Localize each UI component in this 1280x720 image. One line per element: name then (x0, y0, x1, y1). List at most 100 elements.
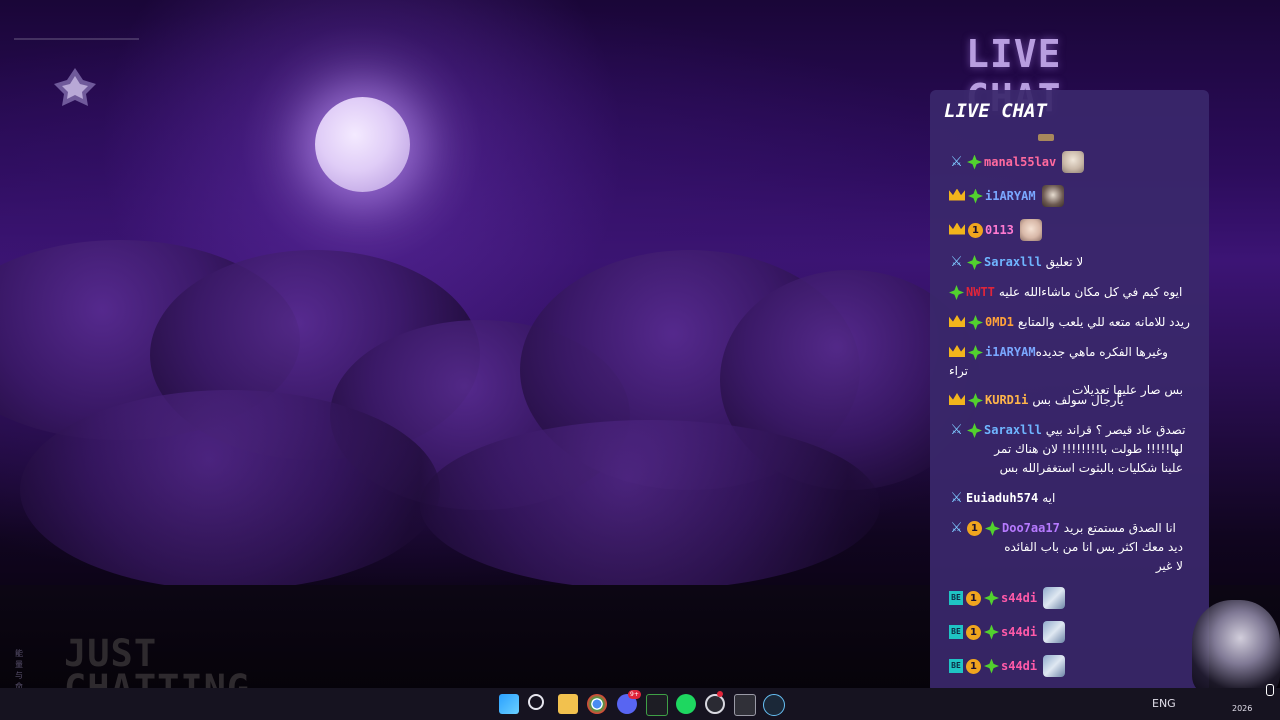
search-icon[interactable] (528, 694, 544, 710)
recording-indicator-icon (717, 691, 723, 697)
diamond-icon (968, 315, 983, 330)
user-badges: ⚔ 1 (949, 521, 1000, 536)
windows-start-icon[interactable] (499, 694, 519, 714)
obs-icon[interactable] (705, 691, 725, 714)
user-badges: ⚔ (949, 491, 964, 506)
chat-username[interactable]: NWTT (966, 285, 995, 299)
chat-message-line: i1ARYAMوغيرها الفكره ماهي جديده تراء (945, 343, 1190, 381)
mic-icon (1266, 684, 1274, 696)
chat-username[interactable]: s44di (1001, 625, 1037, 639)
chat-message-text: ديد معك اكثر بس انا من باب الفائده (1004, 540, 1183, 554)
cloud (20, 390, 440, 590)
anime-avatar-3 (1019, 219, 1042, 241)
user-badges (949, 393, 983, 408)
chat-message-line: ⚔ Saraxlll تصدق عاد قيصر ؟ قراند بيي (945, 421, 1190, 440)
chat-username[interactable]: s44di (1001, 659, 1037, 673)
user-badges: ⚔ (949, 154, 982, 170)
tray-year: 2026 (1232, 704, 1253, 713)
sword-icon: ⚔ (950, 490, 963, 506)
chat-message-text: يارجال سولف بس (1032, 393, 1124, 407)
chat-message-line: BE 1 s44di (945, 587, 1190, 609)
diamond-icon (967, 154, 982, 170)
chat-decoration-icon (1038, 134, 1054, 141)
chat-username[interactable]: i1ARYAM (985, 189, 1036, 203)
user-badges: ⚔ (949, 423, 982, 438)
crown-icon (949, 188, 965, 201)
language-indicator[interactable]: ENG (1152, 697, 1176, 710)
chat-username[interactable]: manal55lav (984, 155, 1056, 169)
chat-message-line: KURD1i يارجال سولف بس (945, 391, 1190, 410)
anime-avatar-2 (1041, 185, 1064, 207)
diamond-icon (968, 188, 983, 204)
chat-message-text: ايه (1042, 491, 1056, 505)
diamond-icon (967, 255, 982, 270)
chat-message-text: علينا شكليات بالبثوت استغفرالله بس (999, 461, 1183, 475)
moon (315, 97, 410, 192)
user-badges (949, 285, 964, 300)
user-badges: BE 1 (949, 624, 999, 640)
chat-message: NWTT ايوه كيم في كل مكان ماشاءالله عليه (945, 283, 1190, 302)
chat-message-line: NWTT ايوه كيم في كل مكان ماشاءالله عليه (945, 283, 1190, 302)
chat-username[interactable]: Euiaduh574 (966, 491, 1038, 505)
chat-message: BE 1 s44di (945, 587, 1190, 609)
sword-icon: ⚔ (950, 520, 963, 536)
spotify-icon[interactable] (676, 694, 696, 714)
diamond-icon (949, 285, 964, 300)
chat-message-line: BE 1 s44di (945, 655, 1190, 677)
diamond-icon (968, 393, 983, 408)
chat-message-text: لها!!!!! طولت با!!!!!!!! لان هناك تمر (994, 442, 1183, 456)
one-icon: 1 (968, 222, 983, 238)
crown-icon (949, 393, 965, 405)
anime-avatar-4 (1043, 655, 1066, 677)
chat-username[interactable]: Saraxlll (984, 255, 1042, 269)
chat-username[interactable]: i1ARYAM (985, 345, 1036, 359)
teal-badge-icon: BE (949, 658, 963, 673)
chat-message: i1ARYAM (945, 185, 1190, 207)
sword-icon: ⚔ (950, 422, 963, 438)
user-badges: 1 (949, 222, 983, 238)
one-icon: 1 (966, 624, 981, 640)
diamond-icon (984, 590, 999, 606)
file-explorer-icon[interactable] (558, 694, 578, 714)
chat-message: 1 0113 (945, 219, 1190, 241)
diamond-icon (967, 423, 982, 438)
chat-message-text: ايوه كيم في كل مكان ماشاءالله عليه (998, 285, 1183, 299)
crown-icon (949, 222, 965, 235)
chat-message-line: 0MD1 ريدد للامانه متعه للي يلعب والمتابع (945, 313, 1190, 332)
anime-avatar-1 (1062, 151, 1085, 173)
chat-username[interactable]: 0113 (985, 223, 1014, 237)
diamond-icon (968, 345, 983, 360)
terminal-icon[interactable] (734, 694, 756, 716)
diamond-icon (985, 521, 1000, 536)
teal-badge-icon: BE (949, 590, 963, 605)
chat-message-line: ⚔ manal55lav (945, 151, 1190, 173)
chat-message-text: لا تعليق (1045, 255, 1084, 269)
chat-username[interactable]: Saraxlll (984, 423, 1042, 437)
steam-icon[interactable] (763, 694, 785, 716)
chat-username[interactable]: KURD1i (985, 393, 1028, 407)
live-chat-header: LIVE CHAT (966, 32, 1062, 120)
one-icon: 1 (966, 658, 981, 674)
chat-message-line: BE 1 s44di (945, 621, 1190, 643)
user-badges (949, 345, 983, 360)
chrome-icon[interactable] (587, 694, 607, 714)
chat-message-line: i1ARYAM (945, 185, 1190, 207)
chat-message-text: انا الصدق مستمتع بريد (1063, 521, 1176, 535)
discord-icon[interactable]: 9+ (617, 690, 641, 714)
chat-username[interactable]: Doo7aa17 (1002, 521, 1060, 535)
mascot-image (1192, 600, 1280, 695)
diamond-icon (984, 658, 999, 674)
crown-icon (949, 345, 965, 357)
teal-badge-icon: BE (949, 624, 963, 639)
chat-message: ⚔ 1 Doo7aa17 انا الصدق مستمتع بريد ديد معك ا… (945, 519, 1190, 576)
chat-message: ⚔ manal55lav (945, 151, 1190, 173)
xbox-icon[interactable] (646, 694, 668, 716)
chat-message-text: ريدد للامانه متعه للي يلعب والمتابع (1017, 315, 1190, 329)
one-icon: 1 (967, 521, 982, 536)
chat-message: BE 1 s44di (945, 621, 1190, 643)
chat-username[interactable]: 0MD1 (985, 315, 1014, 329)
user-badges (949, 315, 983, 330)
chat-message-line: ⚔ 1 Doo7aa17 انا الصدق مستمتع بريد (945, 519, 1190, 538)
chat-message-line: ⚔ Saraxlll لا تعليق (945, 253, 1190, 272)
chat-username[interactable]: s44di (1001, 591, 1037, 605)
